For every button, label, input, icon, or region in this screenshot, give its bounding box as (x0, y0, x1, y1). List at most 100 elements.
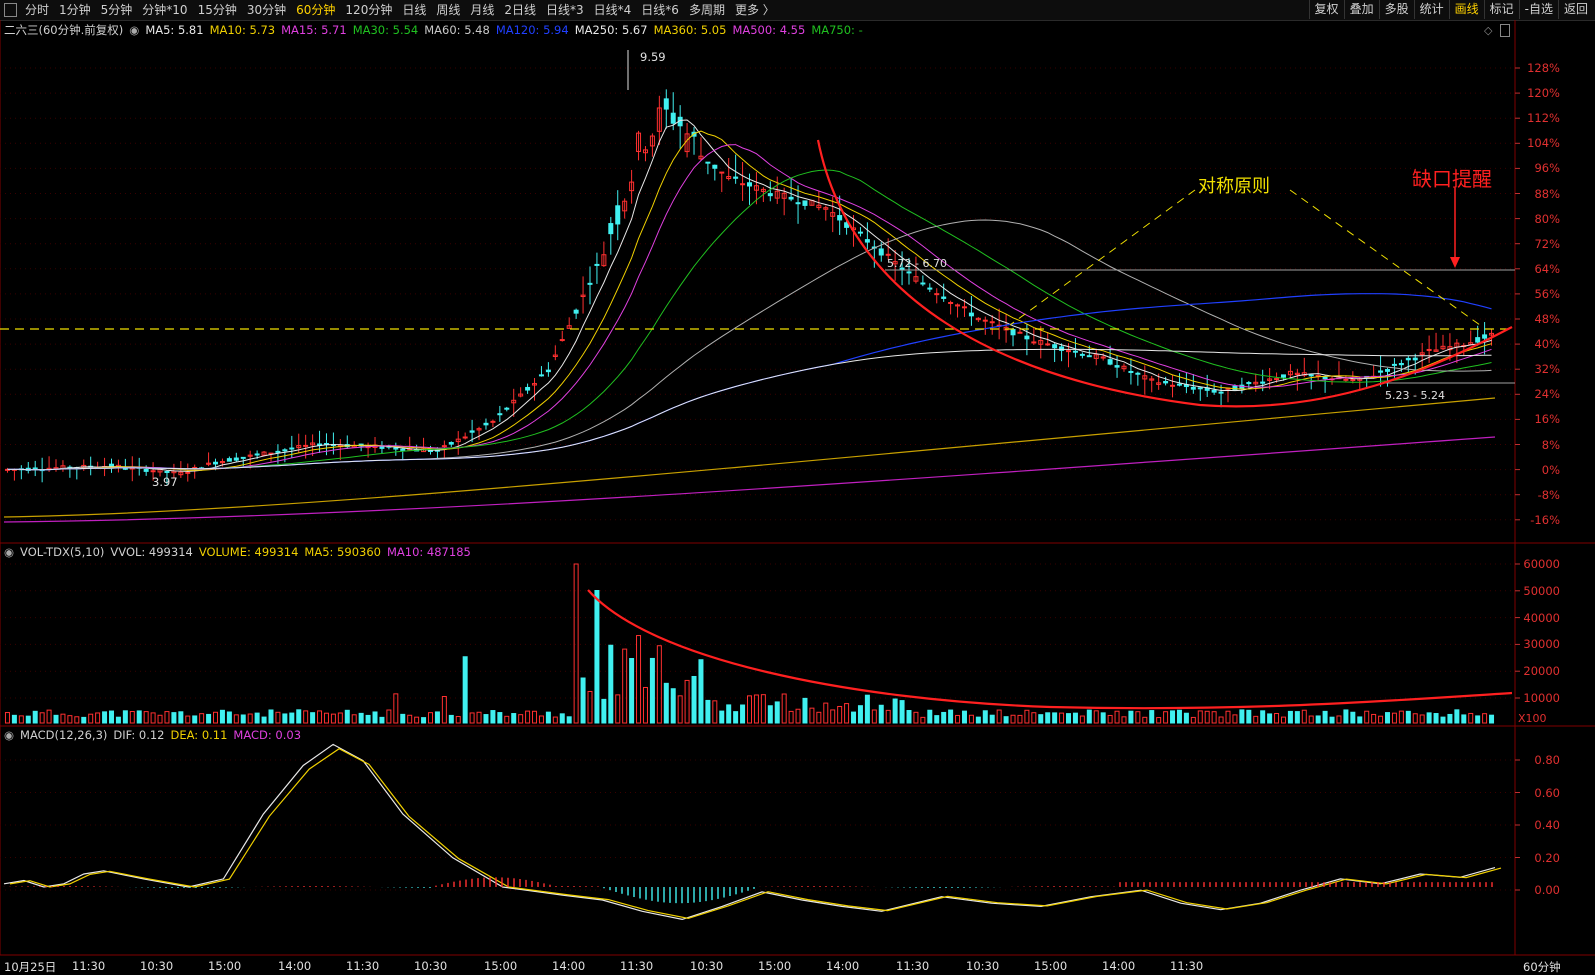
volume-bar (1280, 716, 1286, 724)
price-axis-label: 104% (1527, 136, 1560, 151)
volume-bar (1419, 714, 1425, 724)
candle-body (670, 112, 676, 124)
candle-body (1135, 372, 1141, 375)
volume-bar (795, 708, 801, 724)
volume-bar (60, 713, 66, 724)
volume-bar (587, 690, 593, 724)
candle-body (545, 369, 551, 373)
candle-body (483, 422, 489, 426)
candle-body (1176, 383, 1182, 386)
volume-bar (282, 713, 288, 724)
volume-bar (240, 714, 246, 724)
volume-bar (629, 658, 635, 724)
macd-axis-label: 0.20 (1534, 850, 1560, 865)
price-axis-label: 120% (1527, 86, 1560, 101)
price-axis-label: -8% (1537, 487, 1560, 502)
candle-body (1308, 374, 1314, 377)
candle-body (663, 98, 669, 110)
volume-bar (1038, 714, 1044, 724)
kline-chart[interactable] (0, 0, 1595, 974)
volume-bar (1322, 710, 1328, 724)
volume-bar (441, 696, 447, 724)
volume-bar (920, 716, 926, 724)
volume-bar (1114, 710, 1120, 724)
volume-bar (213, 711, 219, 724)
volume-bar (1482, 713, 1488, 724)
candle-body (1232, 385, 1238, 391)
volume-bar (1454, 709, 1460, 724)
volume-bar (386, 709, 392, 724)
volume-bar (1211, 711, 1217, 724)
candle-body (400, 448, 406, 451)
volume-bar (1107, 714, 1113, 724)
candle-body (733, 176, 739, 179)
volume-bar (115, 716, 121, 724)
volume-bar (802, 697, 808, 724)
candle-body (705, 161, 711, 164)
candle-body (559, 339, 565, 342)
volume-bar (566, 716, 572, 724)
volume-bar (1232, 714, 1238, 724)
volume-bar (837, 705, 843, 724)
volume-bar (1003, 716, 1009, 724)
volume-bar (892, 698, 898, 724)
price-axis-label: 128% (1527, 61, 1560, 75)
volume-bar (1170, 710, 1176, 724)
candle-body (740, 183, 746, 186)
volume-bar (1391, 712, 1397, 724)
candle-body (1024, 335, 1030, 340)
volume-bar (518, 714, 524, 724)
volume-bar (1461, 714, 1467, 724)
time-axis-label: 15:00 (208, 959, 242, 973)
volume-bar (1357, 716, 1363, 724)
volume-bar (636, 635, 642, 724)
time-axis-label: 14:00 (826, 959, 860, 973)
volume-bar (733, 711, 739, 724)
candle-body (906, 271, 912, 274)
volume-bar (1440, 716, 1446, 724)
volume-bar (573, 563, 579, 724)
volume-bar (317, 710, 323, 724)
candle-body (1170, 384, 1176, 387)
candle-body (1391, 363, 1397, 366)
ma-line (7, 219, 1492, 471)
candle-body (164, 470, 170, 473)
price-axis-label: 112% (1527, 111, 1560, 126)
macd-axis-label: 0.40 (1534, 818, 1560, 832)
volume-bar (1405, 710, 1411, 724)
volume-bar (1246, 709, 1252, 724)
volume-bar (483, 714, 489, 724)
volume-bar (712, 700, 718, 724)
time-axis-label: 15:00 (484, 959, 518, 973)
volume-bar (268, 709, 274, 724)
volume-bar (53, 714, 59, 724)
volume-bar (275, 711, 281, 724)
candle-body (1246, 382, 1252, 385)
volume-bar (164, 711, 170, 724)
time-axis-label: 10:30 (690, 959, 724, 973)
candle-body (712, 164, 718, 169)
volume-bar (226, 711, 232, 724)
candle-body (885, 253, 891, 256)
gap-alert-annotation: 缺口提醒 (1412, 167, 1492, 191)
volume-bar (899, 700, 905, 724)
volume-bar (989, 714, 995, 724)
volume-bar (788, 710, 794, 724)
candle-body (462, 436, 468, 439)
candle-body (490, 420, 496, 423)
symmetry-annotation: 对称原则 (1198, 176, 1270, 197)
volume-bar (1093, 710, 1099, 724)
time-axis-label: 15:00 (1034, 959, 1068, 973)
candle-body (1426, 348, 1432, 351)
volume-bar (1128, 710, 1134, 724)
volume-bar (504, 715, 510, 724)
price-axis-label: 16% (1534, 412, 1560, 427)
time-axis-label: 14:00 (1102, 959, 1136, 973)
time-axis-label: 11:30 (346, 959, 380, 973)
volume-bar (95, 712, 101, 724)
candle-body (441, 445, 447, 448)
volume-bar (559, 713, 565, 724)
volume-axis-label: 40000 (1523, 610, 1560, 625)
volume-bar (303, 710, 309, 724)
volume-bar (857, 705, 863, 724)
